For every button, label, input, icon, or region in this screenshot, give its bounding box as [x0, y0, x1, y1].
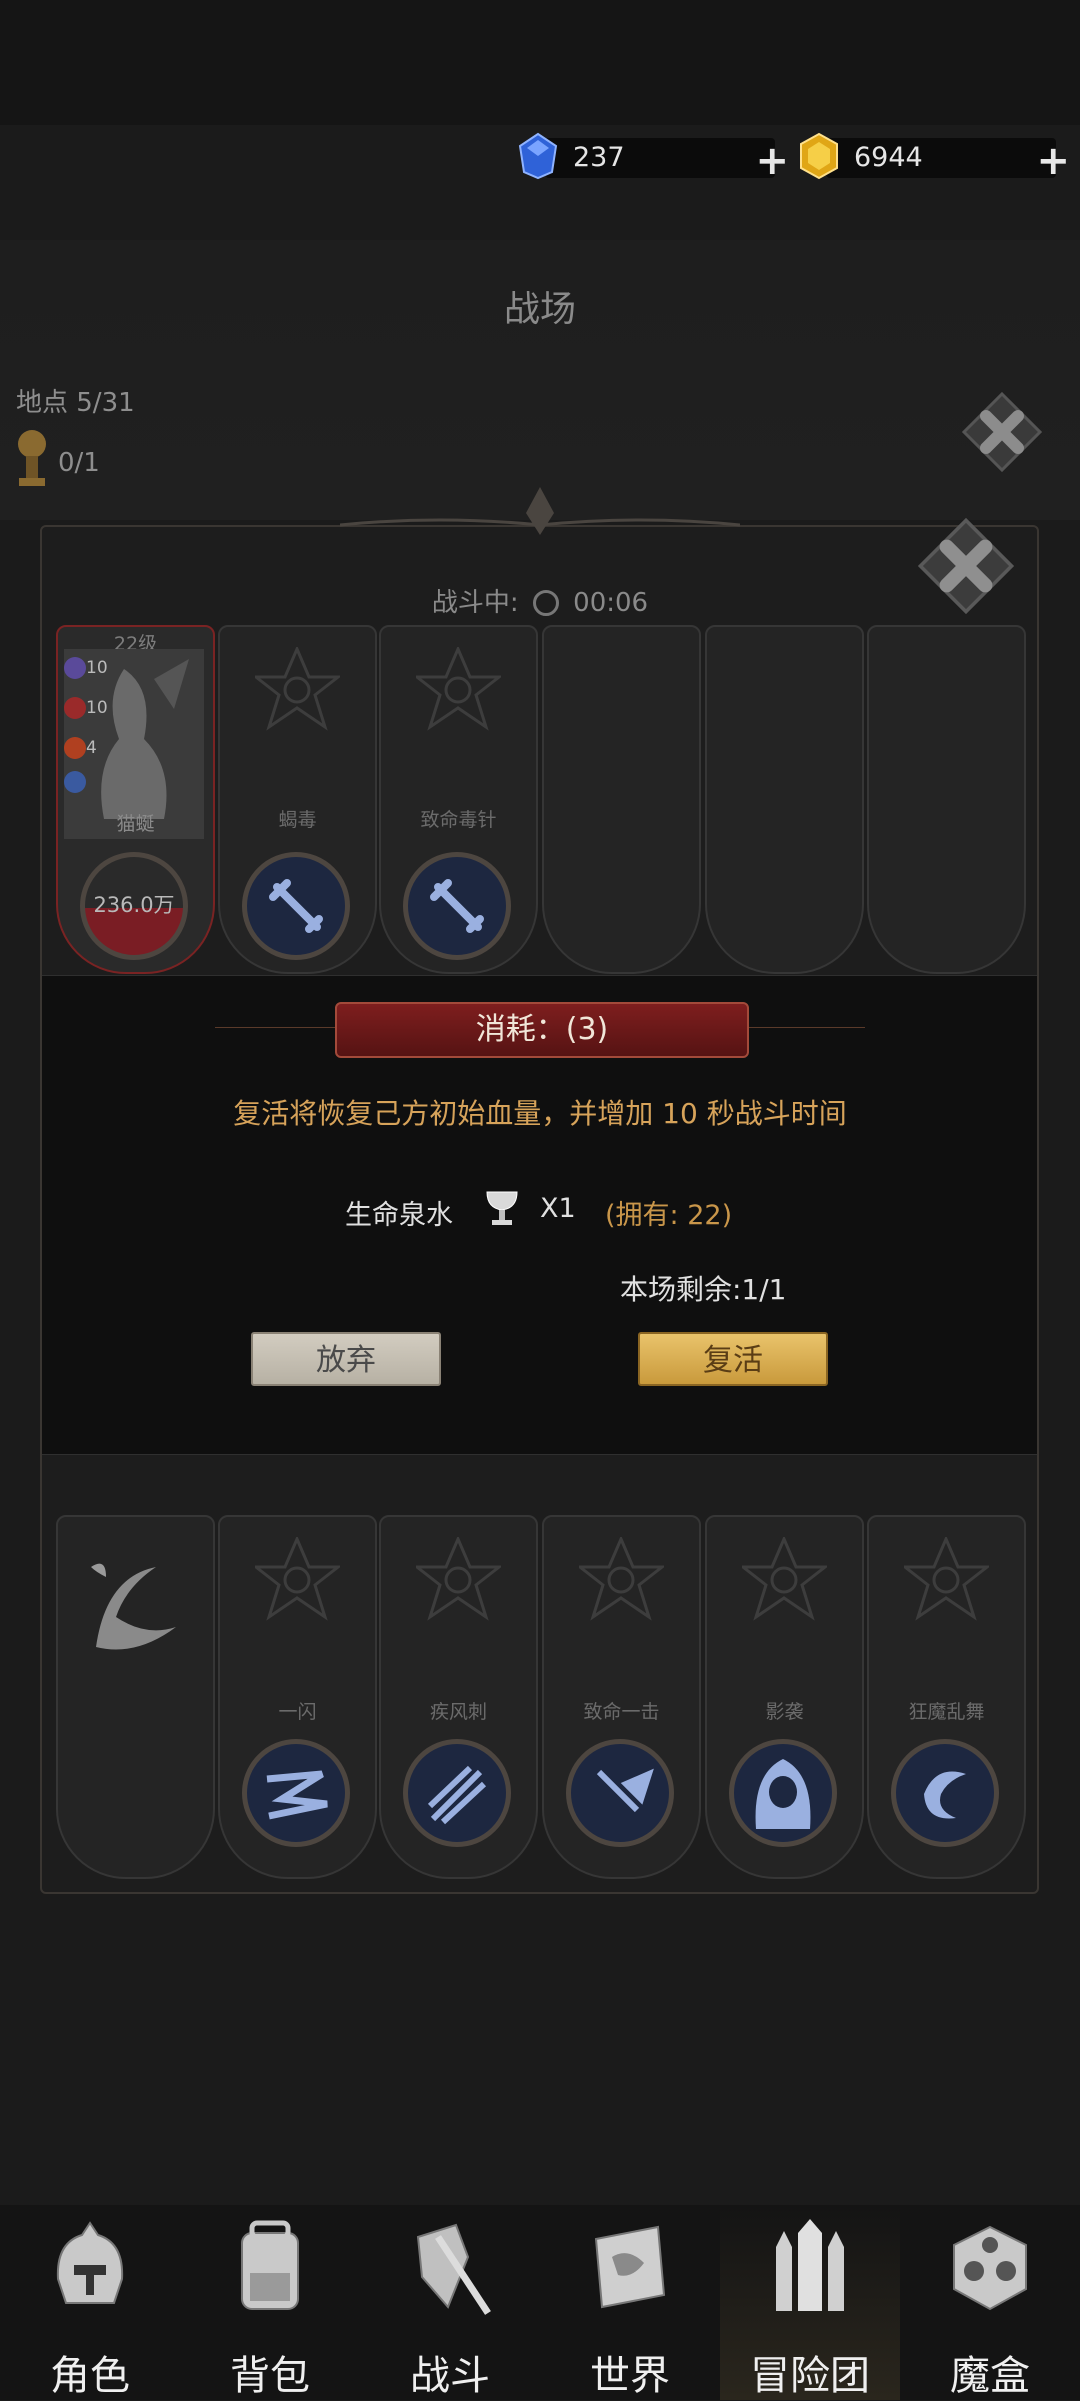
trophy-icon [18, 430, 46, 486]
timer-icon [532, 590, 559, 616]
close-icon [962, 392, 1042, 472]
lightning-slash-icon [242, 1739, 350, 1847]
nav-item-adventure-team[interactable]: 冒险团 [720, 2205, 900, 2400]
item-name: 生命泉水 [345, 1200, 453, 1231]
skill-label: 狂魔乱舞 [908, 1701, 985, 1723]
hero-stat-fire: 4 [64, 737, 108, 759]
close-button[interactable] [962, 392, 1042, 472]
skill-slot[interactable]: 狂魔乱舞 [867, 1515, 1026, 1879]
empty-slot[interactable] [542, 625, 701, 974]
empty-slot[interactable] [705, 625, 864, 974]
skill-slot[interactable]: 影袭 [705, 1515, 864, 1879]
blue-gem-icon [518, 132, 558, 180]
star-emblem-icon [579, 1537, 664, 1621]
shield-icon [64, 771, 86, 793]
star-emblem-icon [416, 1537, 501, 1621]
page-title: 战场 [503, 289, 576, 330]
skill-label: 蝎毒 [278, 809, 317, 831]
nav-item-character[interactable]: 角色 [0, 2205, 180, 2400]
battle-status: 战斗中: 00:06 [0, 582, 1080, 619]
star-emblem-icon [904, 1537, 989, 1621]
skill-label: 致命一击 [583, 1701, 660, 1723]
chalice-icon [486, 1191, 518, 1225]
star-emblem-icon [416, 647, 501, 731]
star-emblem-icon [255, 1537, 340, 1621]
hero-name: 猫蜒 [116, 813, 155, 835]
nav-label: 世界 [590, 2353, 670, 2399]
nav-item-world[interactable]: 世界 [540, 2205, 720, 2400]
map-scroll-icon [594, 2225, 666, 2309]
critical-strike-icon [566, 1739, 674, 1847]
battle-timer: 00:06 [573, 588, 649, 618]
dagger-icon [242, 852, 350, 960]
blue-gem-counter: 237 + [518, 132, 789, 184]
castle-icon [776, 2219, 844, 2311]
nav-item-battle[interactable]: 战斗 [360, 2205, 540, 2400]
nav-label: 角色 [50, 2353, 130, 2399]
hero-stat-shield [64, 771, 108, 793]
top-bar [0, 0, 1080, 125]
add-gold-gem-button[interactable]: + [1036, 138, 1070, 184]
add-blue-gem-button[interactable]: + [755, 138, 789, 184]
gold-gem-counter: 6944 + [800, 132, 1070, 184]
revive-button[interactable]: 复活 [638, 1332, 828, 1386]
skill-label: 一闪 [278, 1701, 317, 1723]
divider [215, 1027, 335, 1028]
dagger-icon [403, 852, 511, 960]
divider [745, 1027, 865, 1028]
hero-hp-orb: 236.0万 [80, 852, 188, 960]
nav-label: 背包 [230, 2353, 310, 2399]
helmet-icon [56, 2221, 124, 2304]
cube-icon [953, 2225, 1027, 2311]
gold-gem-value: 6944 [854, 142, 923, 173]
hero-stat-attack: 10 [64, 697, 108, 719]
trophy-count: 0/1 [58, 448, 100, 478]
swirl-icon [891, 1739, 999, 1847]
blue-gem-value: 237 [573, 142, 625, 173]
skill-slot[interactable]: 疾风刺 [379, 1515, 538, 1879]
nav-item-backpack[interactable]: 背包 [180, 2205, 360, 2400]
weapon-slot[interactable] [56, 1515, 215, 1879]
skill-label: 致命毒针 [420, 809, 497, 831]
attack-icon [64, 697, 86, 719]
triple-arrow-icon [403, 1739, 511, 1847]
empty-slot[interactable] [867, 625, 1026, 974]
nav-label: 战斗 [410, 2353, 490, 2399]
nav-label: 魔盒 [950, 2353, 1030, 2399]
cost-banner: 消耗：(3) [335, 1002, 749, 1058]
skill-slot[interactable]: 蝎毒 [218, 625, 377, 974]
star-emblem-icon [255, 647, 340, 731]
skill-slot[interactable]: 致命毒针 [379, 625, 538, 974]
hooded-shadow-icon [729, 1739, 837, 1847]
battle-status-label: 战斗中: [431, 588, 519, 618]
skill-label: 影袭 [765, 1701, 804, 1723]
panel-ornament [340, 487, 740, 535]
magic-icon [64, 657, 86, 679]
location-progress: 地点 5/31 [16, 388, 135, 418]
bottom-nav: 角色 背包 战斗 世界 冒险团 魔盒 [0, 2205, 1080, 2400]
crescent-blade-icon [91, 1563, 176, 1650]
owned-count: (拥有: 22) [605, 1200, 733, 1231]
star-emblem-icon [742, 1537, 827, 1621]
hero-stat-magic: 10 [64, 657, 108, 679]
item-quantity: X1 [540, 1193, 576, 1224]
backpack-icon [241, 2220, 299, 2310]
skill-slot[interactable]: 致命一击 [542, 1515, 701, 1879]
skill-label: 疾风刺 [429, 1701, 487, 1723]
fire-icon [64, 737, 86, 759]
revive-description: 复活将恢复己方初始血量，并增加 10 秒战斗时间 [233, 1097, 847, 1130]
nav-label: 冒险团 [750, 2353, 870, 2399]
remaining-revives: 本场剩余:1/1 [620, 1273, 787, 1306]
hero-card[interactable]: 22级 10 10 4 猫蜒 236.0万 [56, 625, 215, 974]
nav-item-magic-box[interactable]: 魔盒 [900, 2205, 1080, 2400]
hero-hp-value: 236.0万 [93, 893, 175, 917]
skill-slot[interactable]: 一闪 [218, 1515, 377, 1879]
abandon-button[interactable]: 放弃 [251, 1332, 441, 1386]
gold-gem-icon [800, 132, 838, 180]
shield-sword-icon [416, 2223, 491, 2315]
